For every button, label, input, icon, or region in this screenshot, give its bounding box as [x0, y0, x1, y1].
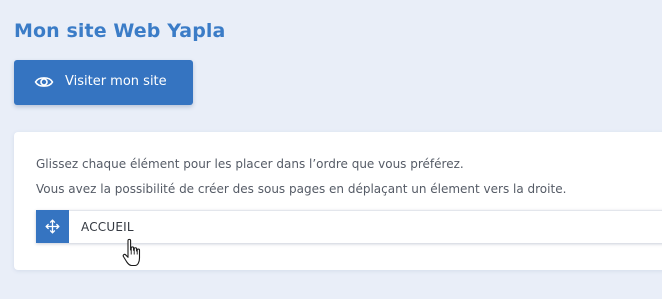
page-item-accueil[interactable]: ACCUEIL: [36, 210, 662, 243]
instruction-text: Glissez chaque élément pour les placer d…: [36, 157, 464, 171]
pages-card: Glissez chaque élément pour les placer d…: [14, 132, 662, 270]
eye-icon: [34, 73, 54, 91]
visit-site-button[interactable]: Visiter mon site: [14, 60, 193, 105]
subpage-hint-text: Vous avez la possibilité de créer des so…: [36, 182, 567, 196]
move-icon[interactable]: [36, 210, 69, 243]
page-title: Mon site Web Yapla: [14, 20, 226, 42]
visit-site-label: Visiter mon site: [65, 74, 167, 89]
page-item-label: ACCUEIL: [81, 220, 134, 234]
